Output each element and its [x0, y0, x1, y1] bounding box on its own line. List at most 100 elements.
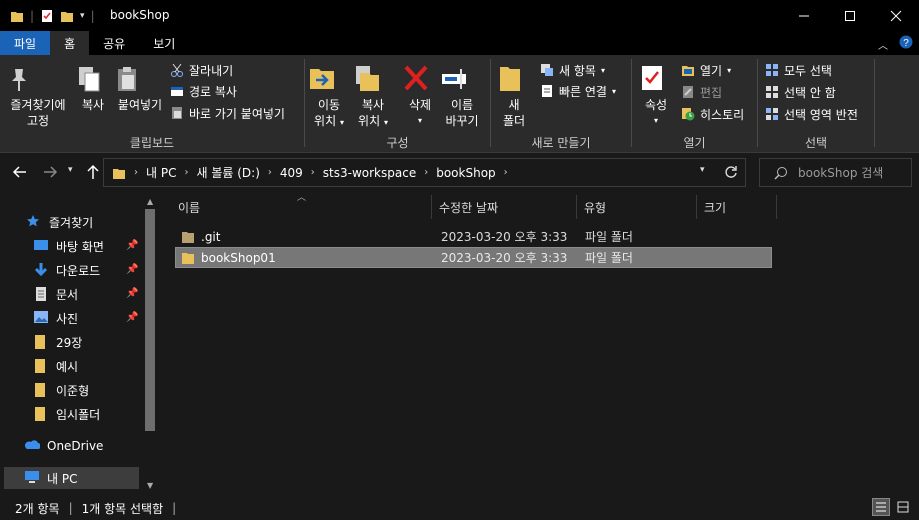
- computer-icon: [24, 470, 40, 486]
- collapse-ribbon-icon[interactable]: ︿: [878, 37, 888, 52]
- edit-button[interactable]: 편집: [681, 82, 722, 102]
- tab-share[interactable]: 공유: [89, 31, 139, 55]
- easy-access-button[interactable]: 빠른 연결 ▾: [540, 81, 616, 101]
- tab-file[interactable]: 파일: [0, 31, 51, 55]
- properties-quick-icon[interactable]: [40, 9, 54, 23]
- search-box[interactable]: bookShop 검색: [759, 158, 912, 187]
- scrollbar-thumb[interactable]: [145, 209, 155, 431]
- rename-button[interactable]: 이름 바꾸기: [440, 63, 484, 129]
- tab-home[interactable]: 홈: [50, 31, 90, 55]
- folder-icon: [181, 251, 195, 265]
- delete-button[interactable]: 삭제 ▾: [402, 63, 438, 129]
- pin-quick-access-button[interactable]: 즐겨찾기에 고정: [6, 65, 70, 129]
- minimize-button[interactable]: [781, 0, 827, 31]
- copy-icon: [76, 65, 110, 93]
- chevron-right-icon[interactable]: ›: [311, 167, 315, 178]
- picture-icon: [33, 310, 49, 326]
- move-to-button[interactable]: 이동 위치 ▾: [308, 63, 350, 131]
- download-icon: [33, 262, 49, 278]
- column-header-name[interactable]: 이름: [178, 195, 428, 219]
- properties-label: 속성: [644, 98, 668, 112]
- address-bar[interactable]: › 내 PC › 새 볼륨 (D:) › 409 › sts3-workspac…: [103, 158, 746, 187]
- forward-button[interactable]: [42, 165, 58, 179]
- recent-locations-dropdown-icon[interactable]: ▾: [68, 165, 73, 175]
- column-divider[interactable]: [696, 195, 697, 219]
- chevron-right-icon[interactable]: ›: [504, 167, 508, 178]
- column-header-size[interactable]: 크기: [704, 195, 774, 219]
- column-divider[interactable]: [576, 195, 577, 219]
- chevron-right-icon: ›: [134, 167, 138, 178]
- scroll-up-icon[interactable]: ▲: [147, 197, 153, 206]
- select-all-icon: [765, 63, 779, 77]
- file-row[interactable]: .git 2023-03-20 오후 3:33 파일 폴더: [175, 226, 772, 247]
- breadcrumb-409[interactable]: 409: [280, 166, 303, 180]
- new-item-button[interactable]: 새 항목 ▾: [540, 60, 605, 80]
- new-item-icon: [540, 63, 554, 77]
- open-folder-icon: [681, 63, 695, 77]
- open-label: 열기: [700, 63, 723, 78]
- refresh-button[interactable]: [724, 165, 738, 179]
- new-folder-button[interactable]: 새 폴더: [496, 63, 532, 129]
- open-button[interactable]: 열기 ▾: [681, 60, 731, 80]
- help-icon[interactable]: ?: [899, 35, 913, 49]
- selection-count: 1개 항목 선택함: [81, 501, 164, 516]
- file-name: .git: [201, 229, 221, 244]
- copy-to-button[interactable]: 복사 위치 ▾: [352, 63, 394, 131]
- paste-shortcut-icon: [170, 106, 184, 120]
- new-folder-quick-icon[interactable]: [60, 9, 74, 23]
- group-label-new: 새로 만들기: [531, 136, 591, 150]
- breadcrumb-this-pc[interactable]: 내 PC: [146, 164, 176, 181]
- nav-scrollbar[interactable]: ▲ ▼: [143, 197, 157, 493]
- column-divider[interactable]: [776, 195, 777, 219]
- file-row-selected[interactable]: bookShop01 2023-03-20 오후 3:33 파일 폴더: [175, 247, 772, 268]
- select-all-button[interactable]: 모두 선택: [765, 60, 832, 80]
- large-icons-view-button[interactable]: [894, 498, 912, 516]
- up-button[interactable]: [86, 164, 100, 180]
- select-none-button[interactable]: 선택 안 함: [765, 82, 836, 102]
- column-header-type[interactable]: 유형: [584, 195, 694, 219]
- minimize-icon: [799, 15, 809, 16]
- group-label-select: 선택: [804, 136, 828, 150]
- maximize-button[interactable]: [827, 0, 873, 31]
- paste-shortcut-label: 바로 가기 붙여넣기: [189, 106, 285, 121]
- breadcrumb-drive[interactable]: 새 볼륨 (D:): [196, 164, 259, 181]
- cut-button[interactable]: 잘라내기: [170, 60, 233, 80]
- copy-path-button[interactable]: 경로 복사: [170, 81, 237, 101]
- quick-access-dropdown-icon[interactable]: ▾: [80, 11, 85, 21]
- edit-label: 편집: [700, 85, 723, 100]
- breadcrumb-bookshop[interactable]: bookShop: [436, 166, 495, 180]
- chevron-right-icon[interactable]: ›: [268, 167, 272, 178]
- ribbon: 즐겨찾기에 고정 복사 붙여넣기 잘라내기 경로 복사 바로 가기 붙여넣기 클…: [0, 55, 919, 153]
- edit-icon: [681, 85, 695, 99]
- svg-text:?: ?: [903, 38, 909, 49]
- back-button[interactable]: [12, 165, 28, 179]
- details-view-button[interactable]: [872, 498, 890, 516]
- history-button[interactable]: 히스토리: [681, 104, 744, 124]
- close-button[interactable]: [873, 0, 919, 31]
- scroll-down-icon[interactable]: ▼: [147, 481, 153, 490]
- paste-label: 붙여넣기: [117, 98, 163, 112]
- nav-this-pc[interactable]: 내 PC: [4, 467, 139, 489]
- properties-button[interactable]: 속성 ▾: [638, 63, 674, 129]
- paste-shortcut-button[interactable]: 바로 가기 붙여넣기: [170, 103, 285, 123]
- dropdown-icon: ▾: [339, 118, 344, 127]
- maximize-icon: [845, 10, 855, 21]
- pin-icon: 📌: [126, 240, 139, 251]
- chevron-right-icon[interactable]: ›: [424, 167, 428, 178]
- nav-this-pc-label: 내 PC: [47, 471, 78, 486]
- nav-item-label: 예시: [56, 359, 79, 374]
- item-count: 2개 항목: [15, 501, 60, 516]
- pin-quick-label-2: 고정: [26, 114, 50, 128]
- tab-view[interactable]: 보기: [139, 31, 189, 55]
- group-label-clipboard: 클립보드: [129, 136, 175, 150]
- column-header-modified[interactable]: 수정한 날짜: [439, 195, 574, 219]
- delete-icon: [402, 63, 438, 93]
- chevron-right-icon[interactable]: ›: [184, 167, 188, 178]
- breadcrumb-workspace[interactable]: sts3-workspace: [323, 166, 416, 180]
- invert-selection-button[interactable]: 선택 영역 반전: [765, 104, 858, 124]
- paste-button[interactable]: 붙여넣기: [114, 65, 166, 113]
- address-history-dropdown-icon[interactable]: ▾: [700, 165, 705, 175]
- copy-button[interactable]: 복사: [76, 65, 110, 113]
- search-placeholder: bookShop 검색: [798, 166, 884, 180]
- column-divider[interactable]: [431, 195, 432, 219]
